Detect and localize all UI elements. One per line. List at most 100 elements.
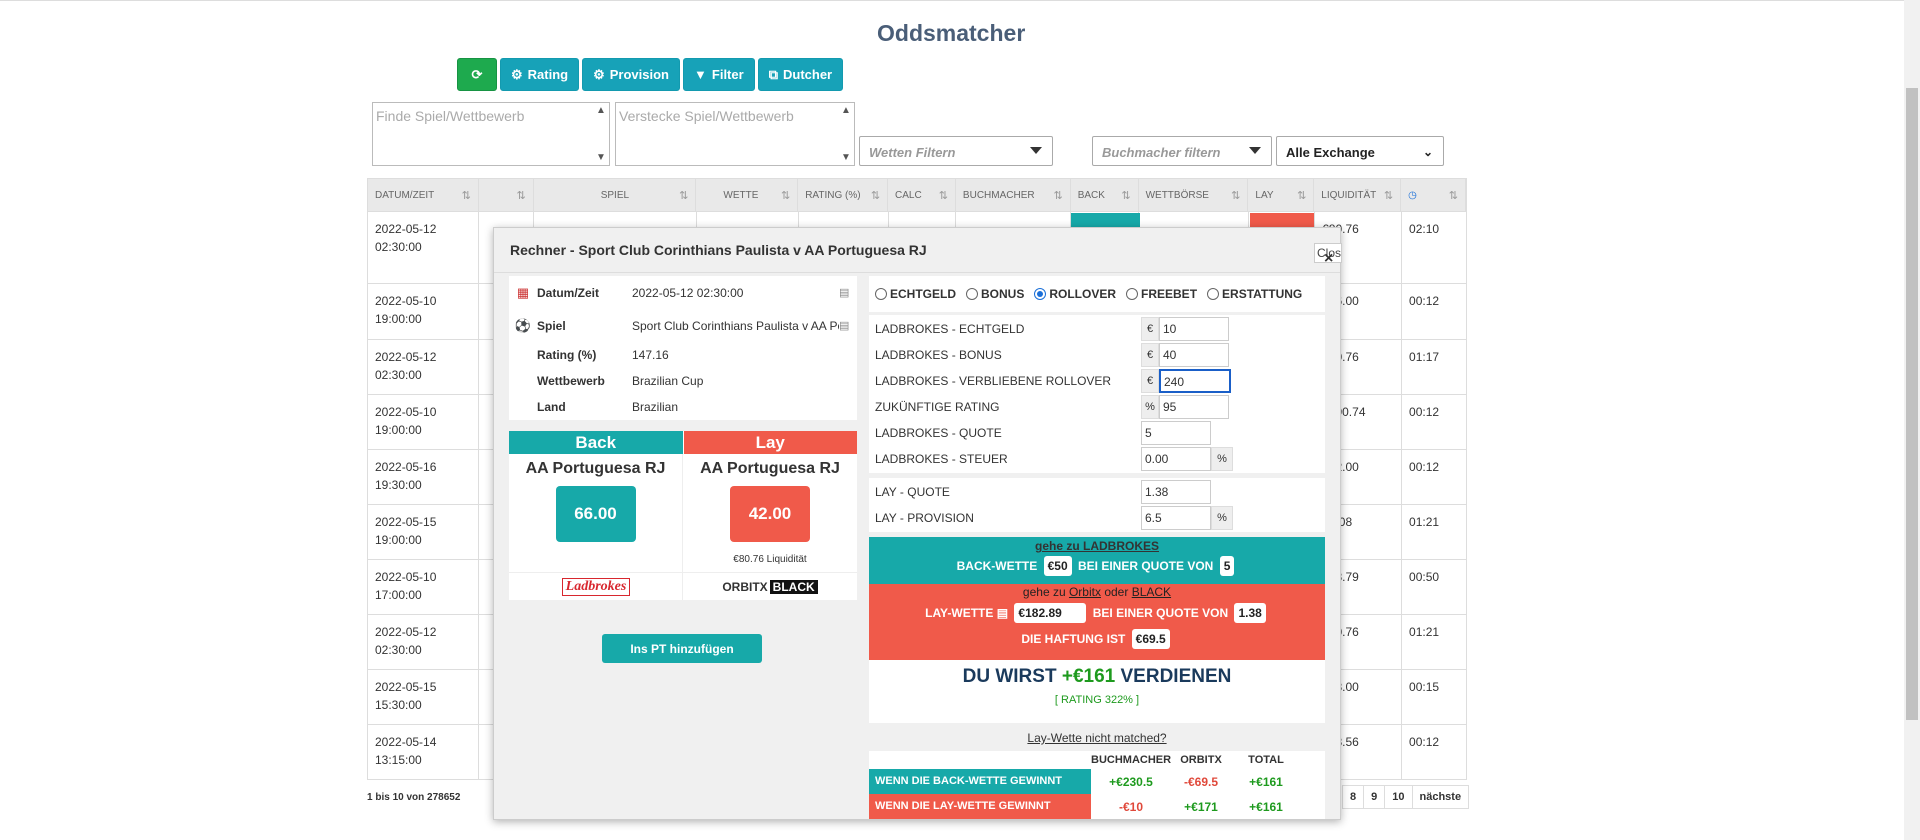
col-rating[interactable]: RATING (%) ⇅ (798, 179, 889, 211)
field-row: ZUKÜNFTIGE RATING% 95 (869, 394, 1325, 420)
col-liquiditaet[interactable]: LIQUIDITÄT ⇅ (1314, 179, 1402, 211)
page-10[interactable]: 10 (1384, 785, 1413, 809)
field-row: LAY - PROVISION 6.5% (869, 505, 1325, 531)
cell-datetime: 2022-05-16 19:30:00 (368, 450, 479, 504)
cell-date: 2022-05-14 (375, 735, 437, 749)
filter-button[interactable]: ▼ Filter (683, 58, 755, 91)
ladbrokes-logo[interactable]: Ladbrokes (509, 572, 683, 600)
bookmaker-filter-select[interactable]: Buchmacher filtern (1092, 136, 1272, 166)
field-row: LAY - QUOTE 1.38 (869, 479, 1325, 505)
copy-icon[interactable]: ▤ (839, 319, 857, 332)
future-rating-input[interactable]: 95 (1159, 395, 1229, 419)
tax-input[interactable]: 0.00 (1141, 447, 1211, 471)
cell-time: 19:30:00 (375, 478, 422, 492)
chevron-down-icon (1030, 147, 1042, 154)
black-logo-text: BLACK (769, 579, 818, 594)
search-input[interactable]: Finde Spiel/Wettbewerb ▲ ▼ (372, 102, 610, 166)
info-row: ⚽ Spiel Sport Club Corinthians Paulista … (509, 309, 857, 342)
copy-icon[interactable]: ▤ (839, 286, 857, 299)
info-value: Brazilian (632, 400, 679, 414)
cell-datetime: 2022-05-10 19:00:00 (368, 395, 479, 449)
cell-timer: 01:21 (1402, 615, 1467, 669)
page-9[interactable]: 9 (1363, 785, 1386, 809)
col-back[interactable]: BACK ⇅ (1071, 179, 1139, 211)
calculator-panel: ECHTGELD BONUS ROLLOVER FREEBET ERSTATTU… (869, 276, 1325, 819)
col-timer[interactable]: ◷ ⇅ (1401, 179, 1467, 211)
lay-odds-input[interactable]: 1.38 (1141, 480, 1211, 504)
goto-black-link[interactable]: BLACK (1132, 585, 1171, 599)
info-value: Sport Club Corinthians Paulista v AA Por… (632, 318, 839, 333)
dutcher-button[interactable]: ⧉ Dutcher (757, 58, 844, 91)
lay-odds-cell[interactable] (1250, 213, 1314, 227)
mode-echtgeld[interactable]: ECHTGELD (875, 287, 956, 301)
currency-addon: € (1141, 317, 1159, 341)
copy-icon[interactable]: ▤ (997, 606, 1008, 620)
cell-timer: 01:21 (1402, 505, 1467, 559)
col-bookmaker: BUCHMACHER (1091, 754, 1172, 766)
echtgeld-input[interactable]: 10 (1159, 317, 1229, 341)
mode-rollover[interactable]: ROLLOVER (1034, 287, 1116, 301)
col-wettboerse[interactable]: WETTBÖRSE ⇅ (1139, 179, 1249, 211)
field-row: LADBROKES - BONUS €40 (869, 342, 1325, 368)
orbitx-logo[interactable]: ORBITX BLACK (683, 572, 857, 600)
refresh-icon: ⟳ (471, 66, 483, 82)
percent-addon: % (1141, 395, 1159, 419)
result-count: 1 bis 10 von 278652 (367, 792, 461, 803)
col-buchmacher[interactable]: BUCHMACHER ⇅ (956, 179, 1071, 211)
col-blank[interactable]: ⇅ (479, 179, 534, 211)
page-8[interactable]: 8 (1342, 785, 1365, 809)
col-lay[interactable]: LAY ⇅ (1248, 179, 1315, 211)
field-row: LADBROKES - ECHTGELD €10 (869, 316, 1325, 342)
bets-filter-select[interactable]: Wetten Filtern (859, 136, 1053, 166)
profit-summary: DU WIRST +€161 VERDIENEN [ RATING 322% ] (869, 660, 1325, 723)
cell-date: 2022-05-10 (375, 294, 437, 308)
lay-odds: 42.00 (730, 486, 810, 542)
col-wette[interactable]: WETTE ⇅ (696, 179, 799, 211)
result-total: +€161 (1249, 774, 1283, 789)
external-link-icon: ⧉ (768, 66, 778, 82)
lay-commission-input[interactable]: 6.5 (1141, 506, 1211, 530)
mode-bonus[interactable]: BONUS (966, 287, 1024, 301)
exchange-select[interactable]: Alle Exchange ⌄ (1276, 136, 1444, 166)
info-label: Land (537, 400, 566, 414)
goto-label: gehe zu (1022, 585, 1066, 599)
field-label: LADBROKES - ECHTGELD (875, 322, 1025, 336)
lay-not-matched-link[interactable]: Lay-Wette nicht matched? (869, 731, 1325, 745)
mode-erstattung[interactable]: ERSTATTUNG (1207, 287, 1302, 301)
col-spiel[interactable]: SPIEL ⇅ (534, 179, 697, 211)
hide-input[interactable]: Verstecke Spiel/Wettbewerb ▲ ▼ (615, 102, 855, 166)
page-scrollbar[interactable] (1904, 0, 1920, 840)
top-border (0, 0, 1920, 3)
col-calc[interactable]: CALC ⇅ (888, 179, 956, 211)
back-odds-cell[interactable] (1071, 213, 1140, 227)
refresh-button[interactable]: ⟳ (457, 58, 497, 91)
scrollbar-thumb[interactable] (1906, 88, 1918, 720)
bonus-input[interactable]: 40 (1159, 343, 1229, 367)
sort-icon: ⇅ (870, 189, 881, 202)
result-bookmaker: +€230.5 (1109, 774, 1153, 789)
back-odds-input[interactable]: 5 (1141, 421, 1211, 445)
close-icon[interactable]: × (1324, 250, 1333, 268)
match-info: ▦ Datum/Zeit 2022-05-12 02:30:00 ▤ ⚽ Spi… (509, 276, 857, 420)
cell-datetime: 2022-05-15 15:30:00 (368, 670, 479, 724)
col-datum[interactable]: DATUM/ZEIT ⇅ (368, 179, 479, 211)
cell-date: 2022-05-15 (375, 515, 437, 529)
cell-date: 2022-05-12 (375, 222, 437, 236)
mode-freebet[interactable]: FREEBET (1126, 287, 1197, 301)
add-to-pt-button[interactable]: Ins PT hinzufügen (602, 634, 762, 663)
provision-button[interactable]: ⚙ Provision (582, 58, 681, 91)
earn-rating: [ RATING 322% ] (1054, 694, 1140, 706)
next-page[interactable]: nächste (1411, 785, 1470, 809)
result-total: +€161 (1249, 799, 1283, 814)
info-label: Rating (%) (537, 348, 597, 362)
rating-button-label: Rating (527, 67, 569, 82)
cell-time: 02:30:00 (375, 368, 422, 382)
cell-time: 15:30:00 (375, 698, 422, 712)
textarea-scroll[interactable]: ▲ ▼ (595, 105, 607, 163)
rollover-input[interactable]: 240 (1159, 369, 1231, 393)
textarea-scroll[interactable]: ▲ ▼ (840, 105, 852, 163)
goto-ladbrokes-link[interactable]: gehe zu LADBROKES (869, 537, 1325, 553)
rating-button[interactable]: ⚙ Rating (500, 58, 580, 91)
cell-datetime: 2022-05-14 13:15:00 (368, 725, 479, 779)
goto-orbitx-link[interactable]: Orbitx (1069, 585, 1101, 599)
